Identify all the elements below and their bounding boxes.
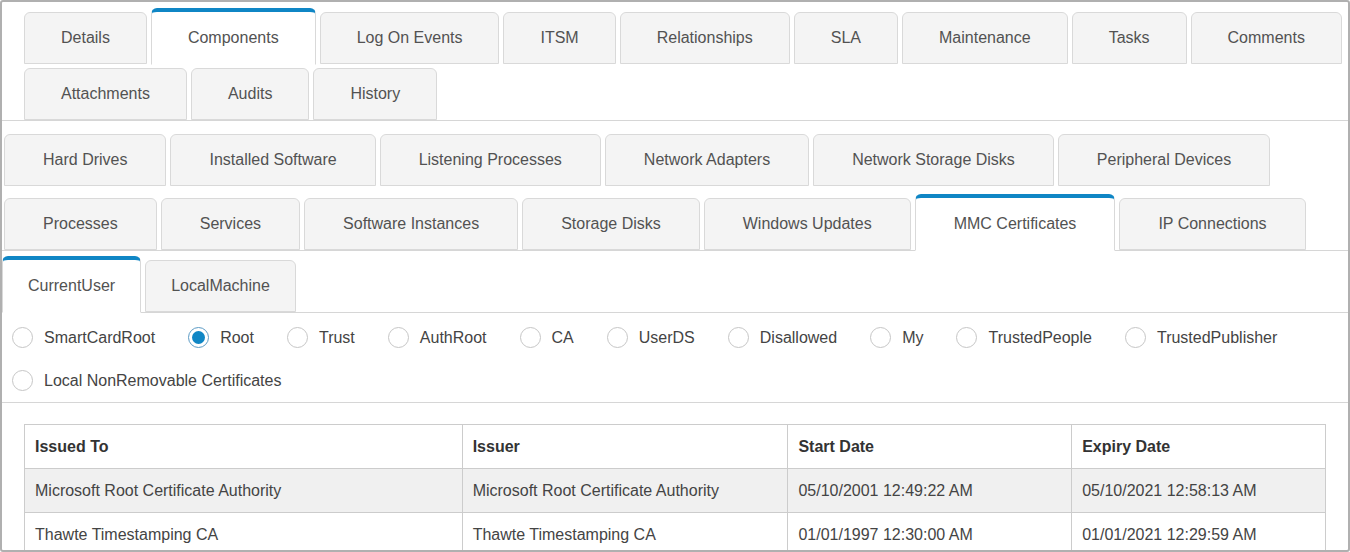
- tab-network-storage-disks[interactable]: Network Storage Disks: [813, 134, 1054, 186]
- main-tabs: DetailsComponentsLog On EventsITSMRelati…: [2, 2, 1348, 121]
- tab-tasks[interactable]: Tasks: [1072, 12, 1187, 64]
- radio-option-trust[interactable]: Trust: [287, 327, 355, 348]
- radio-row: Local NonRemovable Certificates: [12, 370, 1348, 391]
- radio-label: Root: [220, 329, 254, 347]
- radio-icon[interactable]: [870, 327, 891, 348]
- tab-network-adapters[interactable]: Network Adapters: [605, 134, 809, 186]
- radio-icon[interactable]: [287, 327, 308, 348]
- tab-row: Hard DrivesInstalled SoftwareListening P…: [4, 130, 1340, 186]
- radio-option-local-nonremovable-certificates[interactable]: Local NonRemovable Certificates: [12, 370, 281, 391]
- radio-option-my[interactable]: My: [870, 327, 923, 348]
- column-header-issuer: Issuer: [462, 425, 788, 469]
- radio-option-root[interactable]: Root: [188, 327, 254, 348]
- tab-details[interactable]: Details: [24, 12, 147, 64]
- radio-icon[interactable]: [607, 327, 628, 348]
- tab-mmc-certificates[interactable]: MMC Certificates: [915, 194, 1116, 251]
- table-header-row: Issued ToIssuerStart DateExpiry Date: [25, 425, 1326, 469]
- tab-history[interactable]: History: [313, 68, 437, 120]
- table-cell: 05/10/2001 12:49:22 AM: [788, 469, 1072, 513]
- tab-maintenance[interactable]: Maintenance: [902, 12, 1068, 64]
- tab-sla[interactable]: SLA: [794, 12, 898, 64]
- radio-icon[interactable]: [956, 327, 977, 348]
- column-header-start-date: Start Date: [788, 425, 1072, 469]
- tab-software-instances[interactable]: Software Instances: [304, 198, 518, 250]
- tab-row: CurrentUserLocalMachine: [2, 256, 1340, 312]
- tab-itsm[interactable]: ITSM: [503, 12, 615, 64]
- tab-row: ProcessesServicesSoftware InstancesStora…: [4, 194, 1340, 250]
- radio-icon[interactable]: [520, 327, 541, 348]
- table-cell: Microsoft Root Certificate Authority: [462, 469, 788, 513]
- radio-option-disallowed[interactable]: Disallowed: [728, 327, 837, 348]
- radio-icon[interactable]: [388, 327, 409, 348]
- radio-option-smartcardroot[interactable]: SmartCardRoot: [12, 327, 155, 348]
- table-cell: Thawte Timestamping CA: [25, 513, 463, 552]
- radio-icon[interactable]: [12, 370, 33, 391]
- tab-ip-connections[interactable]: IP Connections: [1119, 198, 1305, 250]
- radio-option-trustedpeople[interactable]: TrustedPeople: [956, 327, 1091, 348]
- tab-relationships[interactable]: Relationships: [620, 12, 790, 64]
- radio-selected-icon[interactable]: [188, 327, 209, 348]
- component-tabs: Hard DrivesInstalled SoftwareListening P…: [2, 121, 1348, 251]
- tab-processes[interactable]: Processes: [4, 198, 157, 250]
- radio-label: CA: [552, 329, 574, 347]
- radio-label: AuthRoot: [420, 329, 487, 347]
- tab-log-on-events[interactable]: Log On Events: [320, 12, 500, 64]
- certificates-table-wrap: Issued ToIssuerStart DateExpiry DateMicr…: [24, 424, 1326, 552]
- tab-hard-drives[interactable]: Hard Drives: [4, 134, 166, 186]
- tab-row: DetailsComponentsLog On EventsITSMRelati…: [24, 8, 1340, 64]
- tab-storage-disks[interactable]: Storage Disks: [522, 198, 700, 250]
- radio-label: UserDS: [639, 329, 695, 347]
- table-cell: Thawte Timestamping CA: [462, 513, 788, 552]
- table-cell: 05/10/2021 12:58:13 AM: [1072, 469, 1326, 513]
- radio-label: My: [902, 329, 923, 347]
- tab-services[interactable]: Services: [161, 198, 300, 250]
- tab-components[interactable]: Components: [151, 8, 316, 65]
- radio-label: TrustedPeople: [988, 329, 1091, 347]
- radio-option-trustedpublisher[interactable]: TrustedPublisher: [1125, 327, 1277, 348]
- column-header-expiry-date: Expiry Date: [1072, 425, 1326, 469]
- radio-label: Local NonRemovable Certificates: [44, 372, 281, 390]
- radio-option-ca[interactable]: CA: [520, 327, 574, 348]
- radio-icon[interactable]: [728, 327, 749, 348]
- tab-comments[interactable]: Comments: [1191, 12, 1342, 64]
- asset-components-page: DetailsComponentsLog On EventsITSMRelati…: [0, 0, 1350, 552]
- tab-peripheral-devices[interactable]: Peripheral Devices: [1058, 134, 1270, 186]
- table-cell: 01/01/2021 12:29:59 AM: [1072, 513, 1326, 552]
- table-row: Microsoft Root Certificate AuthorityMicr…: [25, 469, 1326, 513]
- tab-listening-processes[interactable]: Listening Processes: [380, 134, 601, 186]
- tab-currentuser[interactable]: CurrentUser: [2, 256, 141, 313]
- tab-attachments[interactable]: Attachments: [24, 68, 187, 120]
- column-header-issued-to: Issued To: [25, 425, 463, 469]
- radio-label: Disallowed: [760, 329, 837, 347]
- radio-row: SmartCardRoot Root Trust AuthRoot CA UserDS Di…: [12, 327, 1348, 348]
- tab-installed-software[interactable]: Installed Software: [170, 134, 375, 186]
- radio-icon[interactable]: [12, 327, 33, 348]
- tab-windows-updates[interactable]: Windows Updates: [704, 198, 911, 250]
- tab-audits[interactable]: Audits: [191, 68, 309, 120]
- table-row: Thawte Timestamping CAThawte Timestampin…: [25, 513, 1326, 552]
- certificate-scope-tabs: CurrentUserLocalMachine: [2, 251, 1348, 313]
- tab-row: AttachmentsAuditsHistory: [24, 64, 1340, 120]
- table-cell: Microsoft Root Certificate Authority: [25, 469, 463, 513]
- radio-label: SmartCardRoot: [44, 329, 155, 347]
- radio-option-userds[interactable]: UserDS: [607, 327, 695, 348]
- tab-localmachine[interactable]: LocalMachine: [145, 260, 296, 312]
- table-cell: 01/01/1997 12:30:00 AM: [788, 513, 1072, 552]
- radio-option-authroot[interactable]: AuthRoot: [388, 327, 487, 348]
- radio-label: TrustedPublisher: [1157, 329, 1277, 347]
- radio-label: Trust: [319, 329, 355, 347]
- certificate-store-options: SmartCardRoot Root Trust AuthRoot CA UserDS Di…: [2, 313, 1348, 403]
- certificates-table: Issued ToIssuerStart DateExpiry DateMicr…: [24, 424, 1326, 552]
- radio-icon[interactable]: [1125, 327, 1146, 348]
